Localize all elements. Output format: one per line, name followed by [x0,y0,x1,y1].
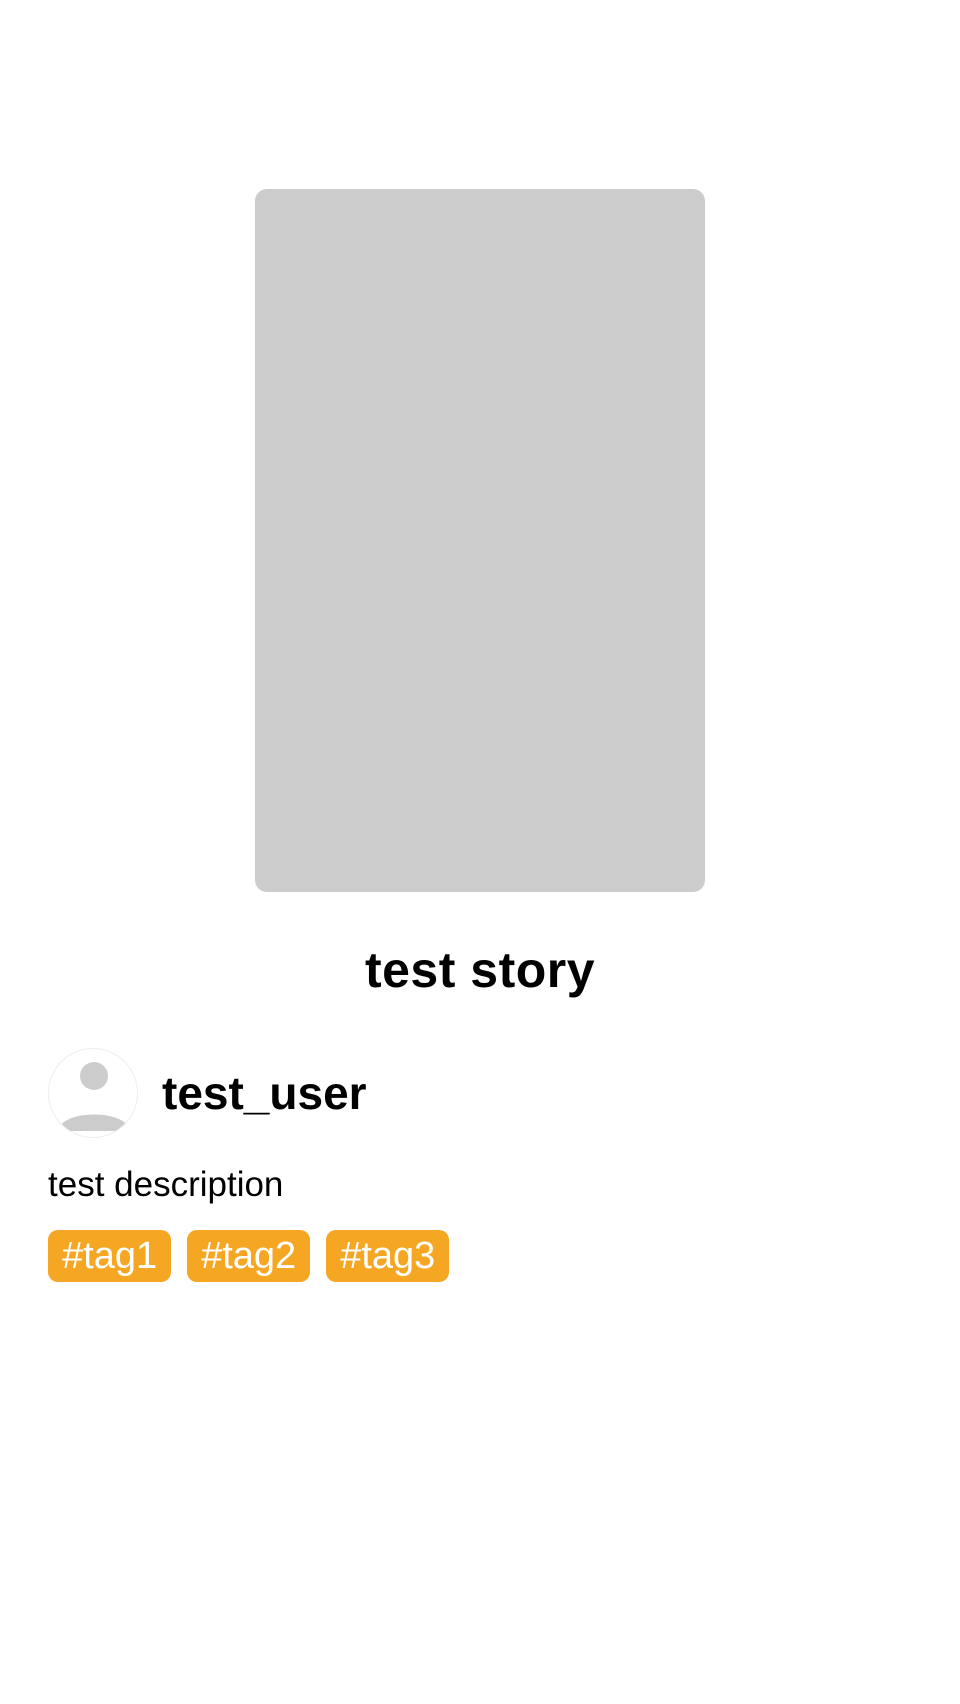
tag-list: #tag1 #tag2 #tag3 [48,1230,450,1282]
story-cover-image[interactable] [255,189,705,892]
tag-chip[interactable]: #tag2 [187,1230,311,1282]
author-username[interactable]: test_user [162,1065,367,1121]
tag-chip[interactable]: #tag1 [48,1230,172,1282]
person-icon [59,1062,129,1131]
avatar[interactable] [48,1048,138,1138]
story-detail-page: test story test_user test description #t… [0,0,960,1704]
author-row[interactable]: test_user [48,1048,367,1138]
tag-chip[interactable]: #tag3 [326,1230,450,1282]
story-description: test description [48,1165,284,1204]
story-title: test story [364,942,596,998]
